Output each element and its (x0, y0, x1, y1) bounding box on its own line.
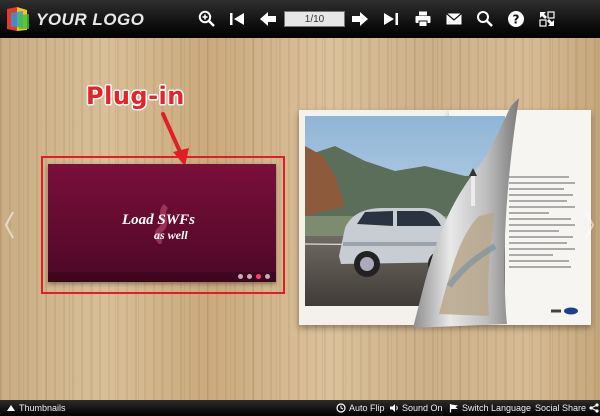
plugin-annotation-label: Plug-in (86, 82, 185, 110)
bottom-toolbar: Thumbnails Auto Flip Sound On Switch Lan… (0, 400, 600, 416)
email-icon (446, 13, 462, 25)
auto-flip-label: Auto Flip (349, 403, 385, 413)
right-side-arrow-icon[interactable] (585, 210, 595, 240)
flipbook[interactable] (299, 98, 591, 328)
clock-icon (336, 403, 346, 413)
svg-text:?: ? (513, 13, 520, 27)
last-page-icon (384, 13, 398, 25)
switch-language-button[interactable]: Switch Language (449, 400, 531, 416)
page-indicator-input[interactable]: 1/10 (284, 11, 345, 27)
social-share-label: Social Share (535, 403, 587, 413)
print-button[interactable] (412, 8, 434, 30)
page-body-text (509, 176, 579, 272)
swf-dot-active[interactable] (256, 274, 261, 279)
flag-icon (449, 404, 458, 413)
auto-flip-button[interactable]: Auto Flip (336, 400, 385, 416)
sound-label: Sound On (402, 403, 443, 413)
sound-button[interactable]: Sound On (389, 400, 443, 416)
speaker-icon (390, 404, 398, 412)
share-icon (589, 403, 599, 413)
swf-title-line1: Load SWFs (122, 212, 195, 228)
swf-dot[interactable] (238, 274, 243, 279)
swf-dot[interactable] (265, 274, 270, 279)
fullscreen-button[interactable] (536, 8, 558, 30)
logo-icon (7, 7, 29, 31)
thumbnails-label: Thumbnails (19, 403, 66, 413)
zoom-in-icon (198, 10, 215, 27)
wood-background: YOUR LOGO 1/10 ? Plug-in Load SWFs as we… (0, 0, 600, 416)
swf-pagination-dots (238, 274, 270, 279)
left-side-arrow-icon[interactable] (4, 210, 14, 240)
next-page-icon (352, 12, 368, 26)
thumbnails-icon (7, 405, 15, 411)
swf-title-line2: as well (154, 228, 188, 242)
zoom-in-button[interactable] (196, 8, 218, 30)
prev-page-icon (260, 12, 276, 26)
print-icon (415, 11, 431, 27)
help-button[interactable]: ? (505, 8, 527, 30)
page-curl[interactable] (409, 96, 519, 328)
ford-logo-icon (551, 307, 578, 315)
search-button[interactable] (474, 8, 496, 30)
swf-plugin-panel[interactable]: Load SWFs as well (48, 164, 276, 282)
first-page-button[interactable] (226, 8, 248, 30)
top-toolbar: YOUR LOGO 1/10 ? (0, 0, 600, 38)
swf-dot[interactable] (247, 274, 252, 279)
social-share-button[interactable]: Social Share (535, 400, 599, 416)
prev-page-button[interactable] (257, 8, 279, 30)
next-page-button[interactable] (349, 8, 371, 30)
switch-language-label: Switch Language (462, 403, 532, 413)
email-button[interactable] (443, 8, 465, 30)
first-page-icon (230, 13, 244, 25)
fullscreen-icon (539, 11, 555, 27)
last-page-button[interactable] (380, 8, 402, 30)
search-icon (477, 11, 493, 27)
help-icon: ? (508, 11, 524, 27)
thumbnails-button[interactable]: Thumbnails (6, 400, 66, 416)
logo-text: YOUR LOGO (36, 10, 145, 29)
